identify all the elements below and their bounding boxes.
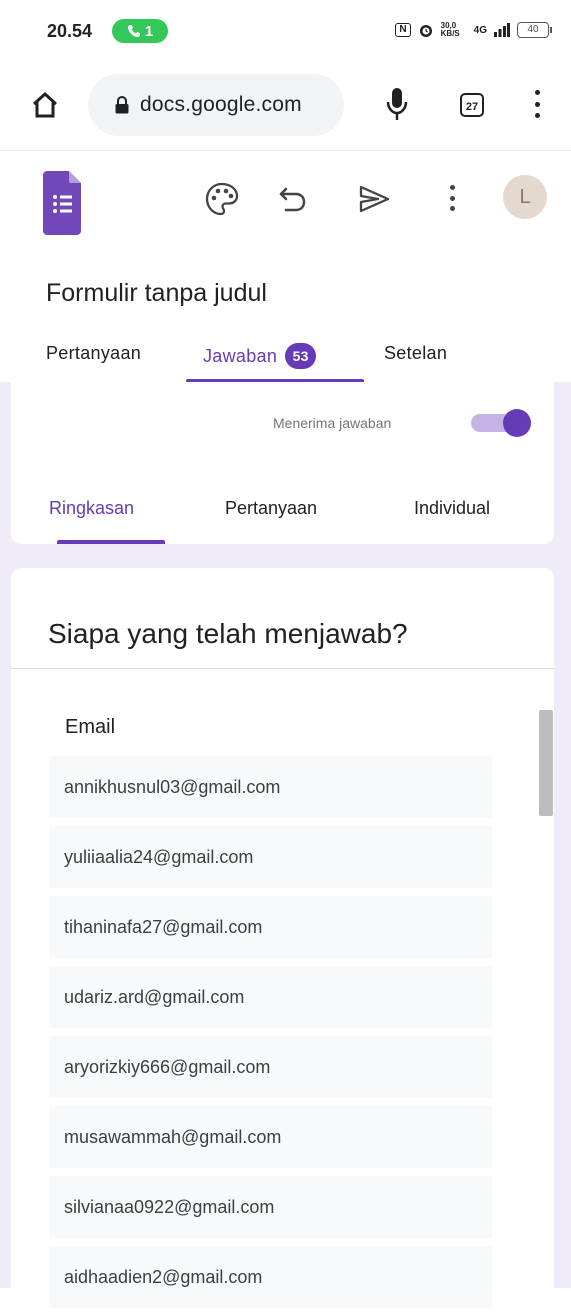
data-speed: 30,0 KB/S	[440, 21, 460, 38]
active-subtab-indicator	[57, 540, 165, 544]
battery-icon: 40	[517, 22, 552, 38]
accepting-responses-toggle[interactable]	[471, 409, 533, 437]
send-icon[interactable]	[356, 181, 392, 217]
browser-toolbar: docs.google.com 27	[0, 62, 571, 150]
call-icon	[127, 25, 140, 37]
status-icons: N 30,0 KB/S 4G 40	[395, 21, 552, 38]
status-time: 20.54	[47, 21, 93, 41]
alarm-icon	[419, 25, 432, 37]
list-item: annikhusnul03@gmail.com	[49, 756, 492, 818]
email-list[interactable]: annikhusnul03@gmail.com yuliiaalia24@gma…	[49, 756, 492, 1316]
response-count-badge: 53	[285, 343, 317, 369]
nfc-icon: N	[395, 23, 411, 37]
address-bar[interactable]: docs.google.com	[88, 74, 344, 136]
palette-icon[interactable]	[204, 181, 240, 217]
forms-more-vert-icon[interactable]	[445, 183, 459, 213]
subtab-question[interactable]: Pertanyaan	[225, 498, 317, 519]
email-column-header: Email	[65, 716, 116, 738]
list-item: silvianaa0922@gmail.com	[49, 1176, 492, 1238]
responses-content: Menerima jawaban Ringkasan Pertanyaan In…	[0, 382, 571, 1308]
list-item: yuliiaalia24@gmail.com	[49, 826, 492, 888]
subtab-summary[interactable]: Ringkasan	[49, 498, 134, 519]
avatar[interactable]: L	[503, 175, 547, 219]
forms-logo-icon[interactable]	[43, 171, 81, 235]
subtab-individual[interactable]: Individual	[414, 498, 490, 519]
network-type: 4G	[473, 24, 487, 36]
tabs-icon[interactable]: 27	[460, 93, 484, 117]
more-vert-icon[interactable]	[530, 88, 544, 120]
scrollbar[interactable]	[539, 710, 553, 816]
list-item: tihaninafa27@gmail.com	[49, 896, 492, 958]
list-item: udariz.ard@gmail.com	[49, 966, 492, 1028]
list-item: aryorizkiy666@gmail.com	[49, 1036, 492, 1098]
form-title[interactable]: Formulir tanpa judul	[46, 279, 267, 308]
list-item: musawammah@gmail.com	[49, 1106, 492, 1168]
forms-header: L Formulir tanpa judul Pertanyaan Jawaba…	[0, 150, 571, 383]
signal-icon	[494, 23, 510, 37]
tab-label: Jawaban	[203, 346, 278, 366]
undo-icon[interactable]	[275, 181, 311, 217]
lock-icon	[115, 96, 129, 114]
who-responded-card: Siapa yang telah menjawab? Email annikhu…	[11, 568, 554, 1308]
responses-summary-card: Menerima jawaban Ringkasan Pertanyaan In…	[11, 382, 554, 544]
status-bar: 20.54 1 N 30,0 KB/S 4G 40	[0, 0, 571, 62]
home-icon[interactable]	[30, 90, 60, 120]
toggle-knob	[503, 409, 531, 437]
tab-label: Setelan	[384, 343, 448, 363]
who-responded-title: Siapa yang telah menjawab?	[48, 618, 408, 649]
accepting-responses-label: Menerima jawaban	[273, 415, 392, 431]
mic-icon[interactable]	[385, 86, 409, 122]
divider	[11, 668, 554, 669]
tab-label: Pertanyaan	[46, 343, 142, 363]
call-count: 1	[144, 22, 154, 40]
tab-questions[interactable]: Pertanyaan	[46, 343, 141, 364]
tab-settings[interactable]: Setelan	[384, 343, 447, 364]
list-item: aidhaadien2@gmail.com	[49, 1246, 492, 1308]
url-text[interactable]: docs.google.com	[140, 93, 302, 117]
tab-responses[interactable]: Jawaban 53	[203, 343, 317, 369]
ongoing-call-pill[interactable]: 1	[112, 19, 168, 43]
